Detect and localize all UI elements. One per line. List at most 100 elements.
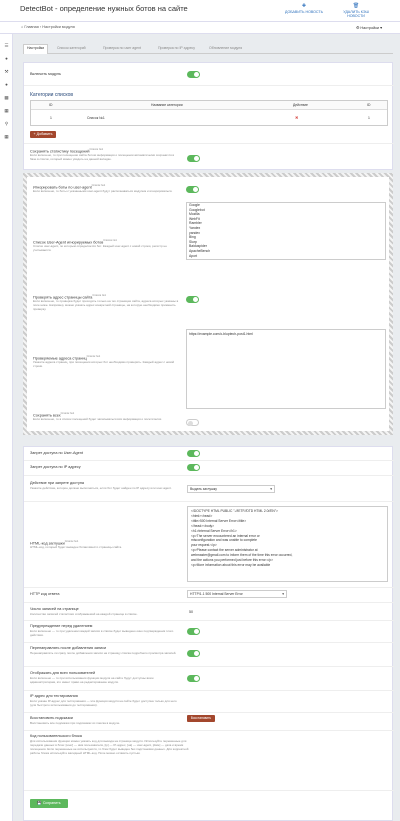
settings-panel-bottom: Запрет доступа по User-Agent Запрет дост… xyxy=(23,446,394,821)
url-list-desc: Укажите адреса страниц, при посещении ко… xyxy=(33,360,175,368)
delete-icon[interactable]: ✖ xyxy=(295,115,298,120)
divider xyxy=(24,790,394,791)
categories-table: ID Название категории Действие ID 1 Спис… xyxy=(30,100,388,126)
add-news-label: ДОБАВИТЬ НОВОСТЬ xyxy=(285,10,323,14)
divider xyxy=(24,620,394,621)
key-icon[interactable]: ⚲ xyxy=(4,121,9,126)
tab-update[interactable]: Обновление модуля xyxy=(209,46,242,50)
tab-settings[interactable]: Настройки xyxy=(23,44,49,54)
save-stats-desc: Если включено, то при посещении сайта бо… xyxy=(30,153,175,161)
breadcrumb-current: Настройки модуля xyxy=(42,25,75,29)
file-plus-icon: ✚ xyxy=(301,3,307,9)
save-all-toggle[interactable] xyxy=(186,419,199,426)
ua-section-inner: Игнорировать боты по user-agentСписок №1… xyxy=(27,177,389,431)
tab-categories[interactable]: Список категорий xyxy=(57,46,86,50)
monitor-icon[interactable]: ▩ xyxy=(4,95,9,100)
clear-cache-label: УДАЛИТЬ КЭШ НОВОСТИ xyxy=(343,10,369,18)
wrench-icon[interactable]: ⚒ xyxy=(4,69,9,74)
row-count: 1 xyxy=(368,116,370,120)
enable-module-label: Включить модуль xyxy=(30,72,61,76)
settings-label: Настройки xyxy=(360,26,380,30)
url-item: https://example.com/o-bluptech-post1.htm… xyxy=(189,332,253,336)
divider xyxy=(24,501,394,502)
confirm-delete-toggle[interactable] xyxy=(187,628,200,635)
breadcrumb-home[interactable]: Главная xyxy=(24,25,38,29)
user-icon[interactable]: ● xyxy=(4,82,9,87)
ua-check-badge: Список №1 xyxy=(91,184,106,187)
chart-icon[interactable]: ▦ xyxy=(4,108,9,113)
save-all-desc: Если включено, то в список посещений буд… xyxy=(33,417,163,421)
divider xyxy=(24,602,394,603)
chevron-down-icon: ▾ xyxy=(270,487,272,491)
restore-desc: Восстановить все подсказки при подсказка… xyxy=(30,721,121,725)
ua-check-toggle[interactable] xyxy=(186,186,199,193)
url-check-badge: Список №1 xyxy=(92,294,106,297)
reload-toggle[interactable] xyxy=(187,650,200,657)
ua-block-label: Запрет доступа по User-Agent xyxy=(30,451,83,455)
divider xyxy=(24,475,394,476)
tab-bar: Настройки Список категорий Проверка по u… xyxy=(23,44,393,54)
col-id: ID xyxy=(49,103,53,107)
url-list-textarea[interactable]: https://example.com/o-bluptech-post1.htm… xyxy=(186,329,386,409)
display-users-label: Отображать для всех пользователей xyxy=(30,671,96,675)
html-code-desc: HTML-код, который будет выведен ботам вм… xyxy=(30,545,123,549)
test-ip-label: IP адрес для тестирования xyxy=(30,694,78,698)
clear-cache-button[interactable]: 🗑 УДАЛИТЬ КЭШ НОВОСТИ xyxy=(336,3,376,18)
breadcrumb-separator: › xyxy=(39,25,42,29)
save-stats-toggle[interactable] xyxy=(187,155,200,162)
settings-menu[interactable]: ⚙ Настройки ▾ xyxy=(356,25,382,30)
save-button[interactable]: 💾 Сохранить xyxy=(30,799,68,808)
ua-check-desc: Если включено, то боты с указанными user… xyxy=(33,189,173,193)
display-users-toggle[interactable] xyxy=(187,675,200,682)
reload-desc: Перенаправлять ли сразу после добавления… xyxy=(30,651,177,655)
ua-list-textarea[interactable]: Google Googlebot Mozilla WebFit Rambler … xyxy=(186,202,386,260)
ua-block-toggle[interactable] xyxy=(187,450,200,457)
divider xyxy=(24,730,394,731)
action-desc: Укажите действие, которое должно выполни… xyxy=(30,486,172,490)
save-stats-badge: Список №1 xyxy=(89,148,104,151)
ua-section: Игнорировать боты по user-agentСписок №1… xyxy=(23,173,393,435)
save-all-badge: Список №1 xyxy=(60,412,75,415)
table-icon[interactable]: ▦ xyxy=(4,134,9,139)
divider xyxy=(24,143,394,144)
sidebar: ☰ ● ⚒ ● ▩ ▦ ⚲ ▦ xyxy=(0,34,13,821)
globe-icon[interactable]: ● xyxy=(4,56,9,61)
categories-heading: Категории списков xyxy=(30,92,74,98)
divider xyxy=(24,460,394,461)
save-label: Сохранить xyxy=(42,801,61,805)
table-header: ID Название категории Действие ID xyxy=(31,101,387,110)
menu-icon[interactable]: ☰ xyxy=(4,43,9,48)
confirm-delete-desc: Если включено — то при удалении каждой з… xyxy=(30,629,174,637)
col-name: Название категории xyxy=(151,103,183,107)
add-category-button[interactable]: + Добавить xyxy=(30,131,56,138)
row-id: 1 xyxy=(50,116,52,120)
table-row: 1 Список №1 ✖ 1 xyxy=(31,111,387,125)
breadcrumb-trail: ⌂ Главная › Настройки модуля xyxy=(21,25,75,29)
row-name: Список №1 xyxy=(87,116,105,120)
custom-code-label: Код пользовательского блока xyxy=(30,734,82,738)
save-icon: 💾 xyxy=(37,801,42,805)
home-icon: ⌂ xyxy=(21,25,24,29)
page-title: DetectBot - определение нужных ботов на … xyxy=(20,4,188,13)
per-page-input[interactable]: 50 xyxy=(189,610,193,614)
tab-user-agent[interactable]: Проверка по user agent xyxy=(103,46,141,50)
settings-panel-top: Включить модуль Категории списков ID Наз… xyxy=(23,62,394,170)
test-ip-desc: Если указан IP-адрес для тестирования — … xyxy=(30,699,177,707)
action-select[interactable]: Выдать заглушку ▾ xyxy=(187,485,275,493)
trash-icon: 🗑 xyxy=(352,3,360,9)
action-label: Действие при запрете доступа xyxy=(30,481,85,485)
ua-list-desc: Список user-agent, по которым определяет… xyxy=(33,244,167,252)
html-code-textarea[interactable]: <!DOCTYPE HTML PUBLIC "-//IETF//DTD HTML… xyxy=(187,506,388,582)
per-page-desc: Количество записей статистики отображаем… xyxy=(30,612,138,616)
url-check-toggle[interactable] xyxy=(186,296,199,303)
tab-ip[interactable]: Проверка по IP адресу xyxy=(158,46,195,50)
restore-button[interactable]: Восстановить xyxy=(187,715,215,722)
ip-block-toggle[interactable] xyxy=(187,464,200,471)
reload-label: Перенаправлять после добавления записи xyxy=(30,646,107,650)
per-page-label: Число записей на странице xyxy=(30,607,79,611)
action-select-value: Выдать заглушку xyxy=(190,487,217,491)
add-news-button[interactable]: ✚ ДОБАВИТЬ НОВОСТЬ xyxy=(284,3,324,14)
http-code-select[interactable]: HTTP/1.1 500 Internal Server Error ▾ xyxy=(187,590,287,598)
enable-module-toggle[interactable] xyxy=(187,71,200,78)
chevron-down-icon: ▾ xyxy=(380,26,382,30)
